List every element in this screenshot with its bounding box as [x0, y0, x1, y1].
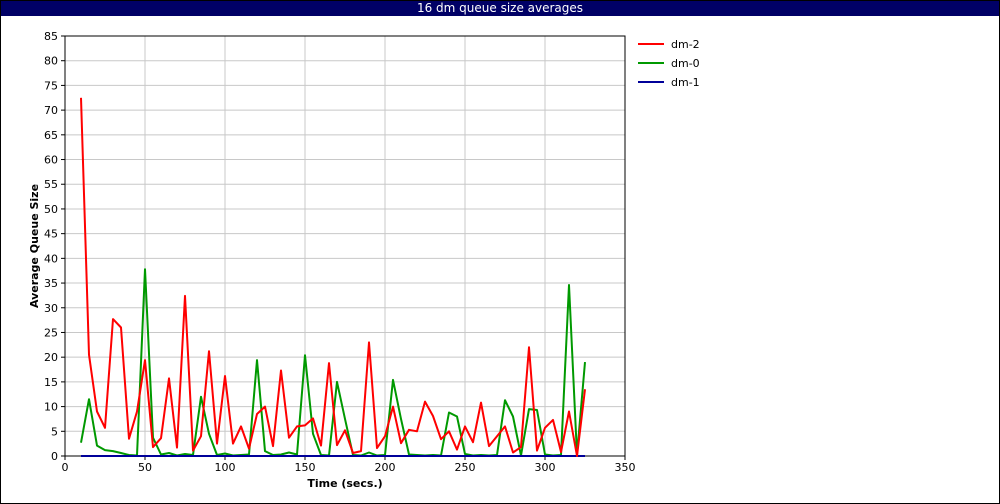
y-tick-label: 45 — [44, 228, 58, 241]
series-layer — [80, 97, 586, 457]
y-tick-label: 35 — [44, 277, 58, 290]
x-tick-label: 0 — [62, 461, 69, 474]
legend-label-dm-0: dm-0 — [671, 57, 700, 70]
y-tick-label: 50 — [44, 203, 58, 216]
y-tick-label: 25 — [44, 326, 58, 339]
x-axis-label: Time (secs.) — [307, 477, 382, 490]
legend-label-dm-1: dm-1 — [671, 76, 700, 89]
y-tick-label: 5 — [51, 425, 58, 438]
y-tick-label: 10 — [44, 401, 58, 414]
x-tick-label: 150 — [295, 461, 316, 474]
y-tick-label: 80 — [44, 55, 58, 68]
y-tick-label: 15 — [44, 376, 58, 389]
y-tick-label: 75 — [44, 79, 58, 92]
legend: dm-2 dm-0 dm-1 — [638, 38, 700, 89]
series-line-dm-0 — [80, 268, 586, 457]
line-chart: 0 50 100 150 200 250 300 350 0 5 10 15 20 25 30 35 40 45 5… — [28, 30, 700, 490]
y-tick-label: 40 — [44, 252, 58, 265]
x-tick-label: 350 — [615, 461, 636, 474]
y-tick-label: 60 — [44, 154, 58, 167]
series-line-dm-2 — [80, 97, 586, 457]
x-tick-label: 250 — [455, 461, 476, 474]
y-tick-label: 65 — [44, 129, 58, 142]
y-tick-label: 85 — [44, 30, 58, 43]
y-tick-label: 20 — [44, 351, 58, 364]
x-tick-label: 200 — [375, 461, 396, 474]
y-tick-label: 55 — [44, 178, 58, 191]
y-tick-label: 30 — [44, 302, 58, 315]
legend-label-dm-2: dm-2 — [671, 38, 700, 51]
axis-ticks: 0 50 100 150 200 250 300 350 0 5 10 15 20 25 30 35 40 45 5… — [44, 30, 636, 474]
y-tick-label: 70 — [44, 104, 58, 117]
y-axis-label: Average Queue Size — [28, 184, 41, 308]
x-tick-label: 100 — [215, 461, 236, 474]
y-tick-label: 0 — [51, 450, 58, 463]
x-tick-label: 300 — [535, 461, 556, 474]
x-tick-label: 50 — [138, 461, 152, 474]
